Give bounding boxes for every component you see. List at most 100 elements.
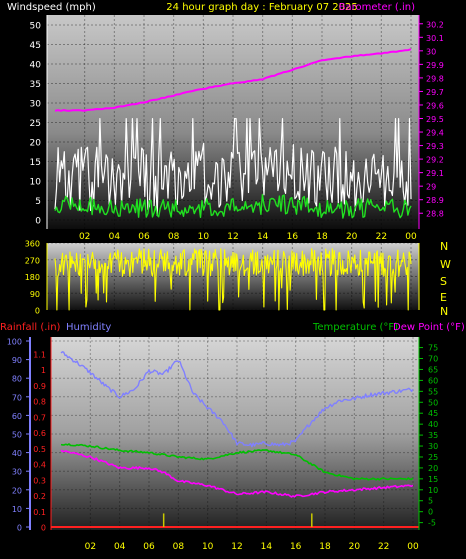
climate-x-tick-label: 08 — [173, 542, 185, 552]
barometer-y-tick-label: 29.3 — [426, 142, 444, 151]
humidity-y-tick-label: 50 — [12, 431, 22, 440]
rain-y-tick-label: 0.5 — [33, 445, 46, 454]
temp-y-tick-label: 25 — [428, 453, 438, 462]
rainfall-label: Rainfall (.in) — [0, 322, 61, 333]
rain-y-tick-label: 1 — [41, 366, 46, 375]
rain-y-tick-label: 0 — [41, 524, 46, 533]
direction-label-n-top: N — [440, 240, 448, 253]
wind-x-tick-label: 08 — [168, 232, 180, 242]
barometer-y-tick-label: 29.7 — [426, 88, 444, 97]
humidity-y-tick-label: 30 — [12, 468, 22, 477]
climate-x-tick-label: 16 — [290, 542, 302, 552]
wind-x-tick-label: 16 — [287, 232, 299, 242]
climate-x-tick-label: 10 — [202, 542, 214, 552]
barometer-y-tick-label: 30 — [426, 47, 436, 56]
weather-graph-page: Windspeed (mph) 24 hour graph day : Febr… — [0, 0, 466, 555]
temperature-label: Temperature (°F) — [312, 322, 398, 333]
barometer-label: Barometer (.in) — [339, 2, 415, 13]
wind-x-tick-label: 06 — [138, 232, 150, 242]
wind-y-tick-label: 15 — [30, 158, 41, 168]
temp-y-tick-label: 60 — [428, 376, 438, 385]
chart-title: 24 hour graph day : February 07 2025 — [166, 2, 357, 13]
barometer-y-tick-label: 29.6 — [426, 101, 444, 110]
rain-y-tick-label: 0.6 — [33, 429, 46, 438]
climate-x-tick-label: 04 — [114, 542, 126, 552]
temp-y-tick-label: 35 — [428, 431, 438, 440]
temp-y-tick-label: 10 — [428, 486, 438, 495]
climate-x-tick-label: 02 — [85, 542, 96, 552]
direction-y-tick-label: 90 — [30, 290, 40, 299]
barometer-y-tick-label: 28.9 — [426, 196, 444, 205]
direction-y-tick-label: 270 — [25, 256, 40, 265]
direction-y-tick-label: 360 — [25, 240, 40, 249]
wind-x-tick-label: 18 — [316, 232, 328, 242]
weather-graph-svg: Windspeed (mph) 24 hour graph day : Febr… — [0, 2, 465, 552]
direction-y-tick-label: 180 — [25, 273, 40, 282]
wind-y-tick-label: 35 — [30, 80, 41, 90]
temp-y-tick-label: 5 — [428, 497, 433, 506]
barometer-y-tick-label: 29.8 — [426, 74, 444, 83]
temp-y-tick-label: 40 — [428, 420, 438, 429]
humidity-y-tick-label: 0 — [17, 524, 22, 533]
wind-y-tick-label: 0 — [35, 217, 41, 227]
humidity-y-tick-label: 100 — [7, 338, 22, 347]
wind-y-tick-label: 30 — [30, 100, 42, 110]
climate-x-tick-label: 06 — [143, 542, 155, 552]
climate-x-tick-label: 14 — [261, 542, 273, 552]
climate-x-tick-label: 00 — [407, 542, 419, 552]
temp-y-tick-label: 45 — [428, 409, 438, 418]
climate-x-tick-label: 18 — [319, 542, 331, 552]
windspeed-label: Windspeed (mph) — [7, 2, 96, 13]
rain-y-tick-label: 0.2 — [33, 492, 46, 501]
wind-x-tick-label: 12 — [227, 232, 238, 242]
temp-y-tick-label: 55 — [428, 387, 438, 396]
rain-y-tick-label: 0.3 — [33, 476, 46, 485]
barometer-y-tick-label: 29 — [426, 183, 436, 192]
temp-y-tick-label: 15 — [428, 475, 438, 484]
wind-x-tick-label: 20 — [346, 232, 358, 242]
climate-x-tick-label: 12 — [231, 542, 242, 552]
humidity-y-tick-label: 70 — [12, 393, 22, 402]
rain-y-tick-label: 0.1 — [33, 508, 46, 517]
wind-x-tick-label: 14 — [257, 232, 269, 242]
temp-y-tick-label: 70 — [428, 355, 438, 364]
humidity-y-tick-label: 90 — [12, 356, 22, 365]
wind-y-tick-label: 50 — [30, 22, 42, 32]
temp-y-tick-label: 65 — [428, 365, 438, 374]
rain-y-tick-label: 0.4 — [33, 461, 46, 470]
barometer-y-tick-label: 29.1 — [426, 169, 444, 178]
wind-x-tick-label: 22 — [376, 232, 387, 242]
wind-x-tick-label: 10 — [198, 232, 210, 242]
barometer-y-tick-label: 29.4 — [426, 129, 444, 138]
barometer-y-tick-label: 28.8 — [426, 210, 444, 219]
wind-y-tick-label: 5 — [35, 197, 41, 207]
direction-label-e: E — [440, 291, 447, 304]
barometer-y-tick-label: 29.9 — [426, 61, 444, 70]
temp-y-tick-label: 20 — [428, 464, 438, 473]
direction-label-s: S — [440, 275, 447, 288]
rain-y-tick-label: 0.8 — [33, 398, 46, 407]
temp-y-tick-label: -5 — [428, 519, 436, 528]
barometer-y-tick-label: 30.2 — [426, 20, 444, 29]
humidity-y-tick-label: 60 — [12, 412, 22, 421]
dewpoint-label: Dew Point (°F) — [393, 322, 465, 333]
rain-y-tick-label: 1.1 — [33, 351, 46, 360]
wind-x-tick-label: 02 — [79, 232, 90, 242]
wind-y-tick-label: 45 — [30, 41, 41, 51]
wind-y-tick-label: 25 — [30, 119, 41, 129]
climate-x-tick-label: 22 — [378, 542, 389, 552]
direction-label-w: W — [440, 258, 451, 271]
rain-y-tick-label: 0.7 — [33, 413, 46, 422]
temp-y-tick-label: 30 — [428, 442, 438, 451]
direction-label-n-bottom: N — [440, 305, 448, 318]
climate-x-tick-label: 20 — [349, 542, 361, 552]
rain-y-tick-label: 0.9 — [33, 382, 46, 391]
wind-y-tick-label: 40 — [30, 61, 42, 71]
humidity-y-tick-label: 20 — [12, 486, 22, 495]
humidity-y-tick-label: 40 — [12, 449, 22, 458]
temp-y-tick-label: 75 — [428, 344, 438, 353]
direction-y-tick-label: 0 — [35, 307, 40, 316]
temp-y-tick-label: 0 — [428, 508, 433, 517]
wind-y-tick-label: 20 — [30, 139, 42, 149]
barometer-y-tick-label: 29.5 — [426, 115, 444, 124]
